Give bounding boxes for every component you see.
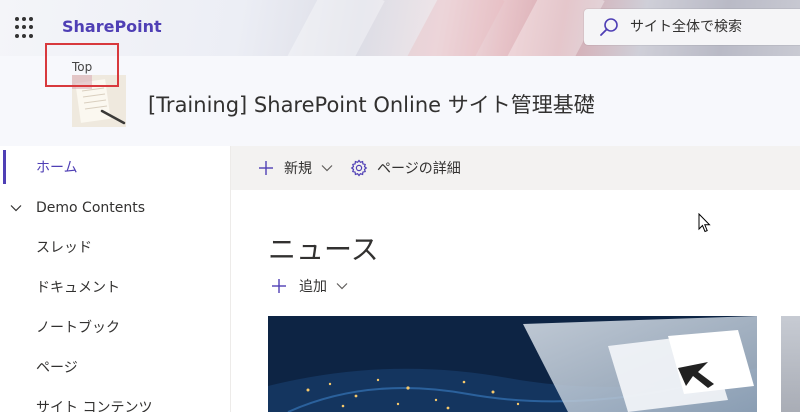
header-decoration [395,0,505,56]
nav-item-home[interactable]: ホーム [0,148,230,186]
search-icon [600,18,618,36]
add-news-label: 追加 [299,279,327,295]
search-box[interactable] [584,9,800,45]
nav-item-site-contents[interactable]: サイト コンテンツ [0,388,230,412]
plus-icon [272,279,286,293]
nav-item-label: ホーム [36,160,78,176]
nav-item-label: ページ [36,360,78,376]
nav-item-label: ノートブック [36,320,120,336]
header-decoration [275,0,385,56]
search-input[interactable] [630,19,790,35]
chevron-down-icon [321,165,333,172]
page-details-button[interactable]: ページの詳細 [350,146,461,190]
site-title[interactable]: [Training] SharePoint Online サイト管理基礎 [148,89,595,119]
nav-item-pages[interactable]: ページ [0,348,230,386]
nav-item-label: ドキュメント [36,280,120,296]
page-details-label: ページの詳細 [377,161,461,177]
nav-item-label: スレッド [36,240,92,256]
new-button[interactable]: 新規 [258,146,334,190]
left-navigation: ホーム Demo Contents スレッド ドキュメント ノートブック ページ… [0,146,231,412]
nav-item-notebook[interactable]: ノートブック [0,308,230,346]
news-image-art [268,316,757,412]
highlight-box [45,43,119,87]
news-section-title: ニュース [268,233,379,266]
nav-item-label: サイト コンテンツ [36,400,153,412]
command-bar: 新規 ページの詳細 [231,146,800,190]
add-news-button[interactable]: 追加 [271,276,349,296]
news-card-image[interactable] [268,316,757,412]
news-card-image-next[interactable] [781,316,800,412]
nav-item-documents[interactable]: ドキュメント [0,268,230,306]
plus-icon [259,161,273,175]
chevron-down-icon[interactable] [9,201,23,215]
nav-item-demo-contents[interactable]: Demo Contents [0,189,230,227]
page-canvas: ニュース 追加 [231,190,800,412]
gear-icon [350,159,368,177]
suite-bar: SharePoint [0,0,800,56]
cursor-icon [698,213,711,233]
sharepoint-brand-link[interactable]: SharePoint [62,17,162,36]
waffle-icon[interactable] [15,17,37,39]
nav-item-label: Demo Contents [36,200,146,216]
nav-item-threads[interactable]: スレッド [0,228,230,266]
chevron-down-icon [336,283,348,290]
new-button-label: 新規 [284,161,312,177]
